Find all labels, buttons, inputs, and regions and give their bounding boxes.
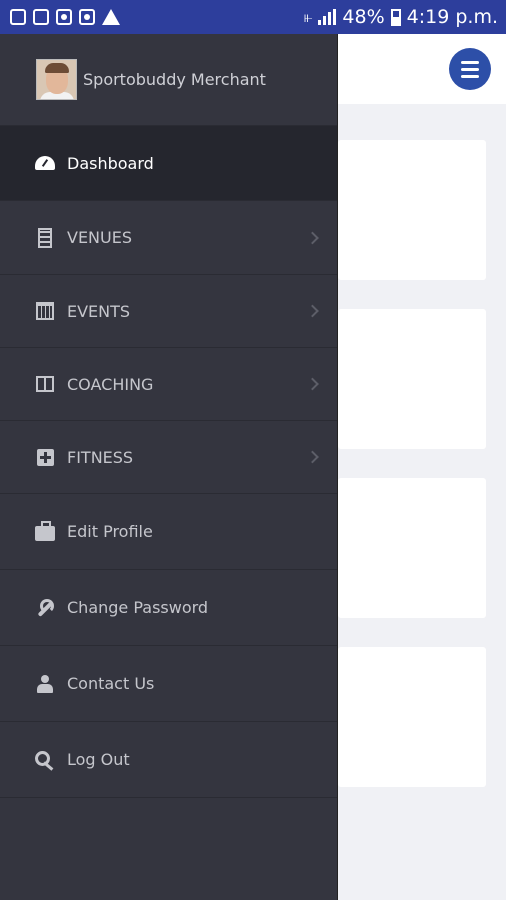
signal-icon (318, 9, 337, 25)
nav-item-label: COACHING (67, 374, 154, 394)
wrench-icon (35, 598, 55, 618)
chevron-right-icon (306, 377, 319, 391)
nav-item-dashboard[interactable]: Dashboard (0, 126, 337, 201)
plus-square-icon (35, 447, 55, 467)
clock: 4:19 p.m. (406, 6, 498, 28)
navigation-drawer: Sportobuddy Merchant Dashboard VENUES EV… (0, 34, 338, 900)
chevron-right-icon (306, 304, 319, 318)
nav-item-contact-us[interactable]: Contact Us (0, 646, 337, 722)
gallery-icon (10, 9, 26, 25)
nav-item-fitness[interactable]: FITNESS (0, 421, 337, 494)
nav-item-log-out[interactable]: Log Out (0, 722, 337, 798)
dashboard-card[interactable] (338, 478, 486, 618)
hamburger-menu-button[interactable] (449, 48, 491, 90)
key-icon (35, 750, 55, 770)
dashboard-card[interactable] (338, 140, 486, 280)
chevron-right-icon (306, 450, 319, 464)
dashboard-card[interactable] (338, 309, 486, 449)
settings-icon (56, 9, 72, 25)
notification-icons (10, 9, 120, 25)
book-icon (35, 374, 55, 394)
wifi-icon: ⫦ (303, 8, 313, 26)
nav-item-edit-profile[interactable]: Edit Profile (0, 494, 337, 570)
nav-item-venues[interactable]: VENUES (0, 201, 337, 275)
chevron-right-icon (306, 231, 319, 244)
battery-percent: 48% (342, 6, 385, 28)
building-icon (35, 227, 55, 248)
nav-item-label: FITNESS (67, 447, 134, 467)
nav-item-change-password[interactable]: Change Password (0, 570, 337, 646)
nav-item-label: Edit Profile (67, 522, 153, 541)
dashboard-gauge-icon (35, 153, 55, 173)
dashboard-card[interactable] (338, 647, 486, 787)
nav-item-label: Contact Us (67, 674, 155, 693)
briefcase-icon (35, 520, 55, 542)
drawer-profile[interactable]: Sportobuddy Merchant (0, 34, 337, 126)
nav-item-label: EVENTS (67, 301, 131, 321)
nav-item-label: Change Password (67, 598, 209, 617)
settings-icon (79, 9, 95, 25)
user-icon (35, 674, 55, 694)
battery-icon (390, 8, 401, 26)
nav-item-label: Log Out (67, 750, 130, 769)
warning-icon (102, 9, 120, 25)
calendar-icon (35, 301, 55, 321)
status-bar: ⫦ 48% 4:19 p.m. (0, 0, 506, 34)
nav-item-label: Dashboard (67, 153, 154, 173)
profile-name: Sportobuddy Merchant (83, 70, 266, 89)
nav-item-events[interactable]: EVENTS (0, 275, 337, 348)
nav-item-coaching[interactable]: COACHING (0, 348, 337, 421)
nav-item-label: VENUES (67, 228, 132, 247)
avatar (36, 59, 77, 100)
sim-icon (33, 9, 49, 25)
